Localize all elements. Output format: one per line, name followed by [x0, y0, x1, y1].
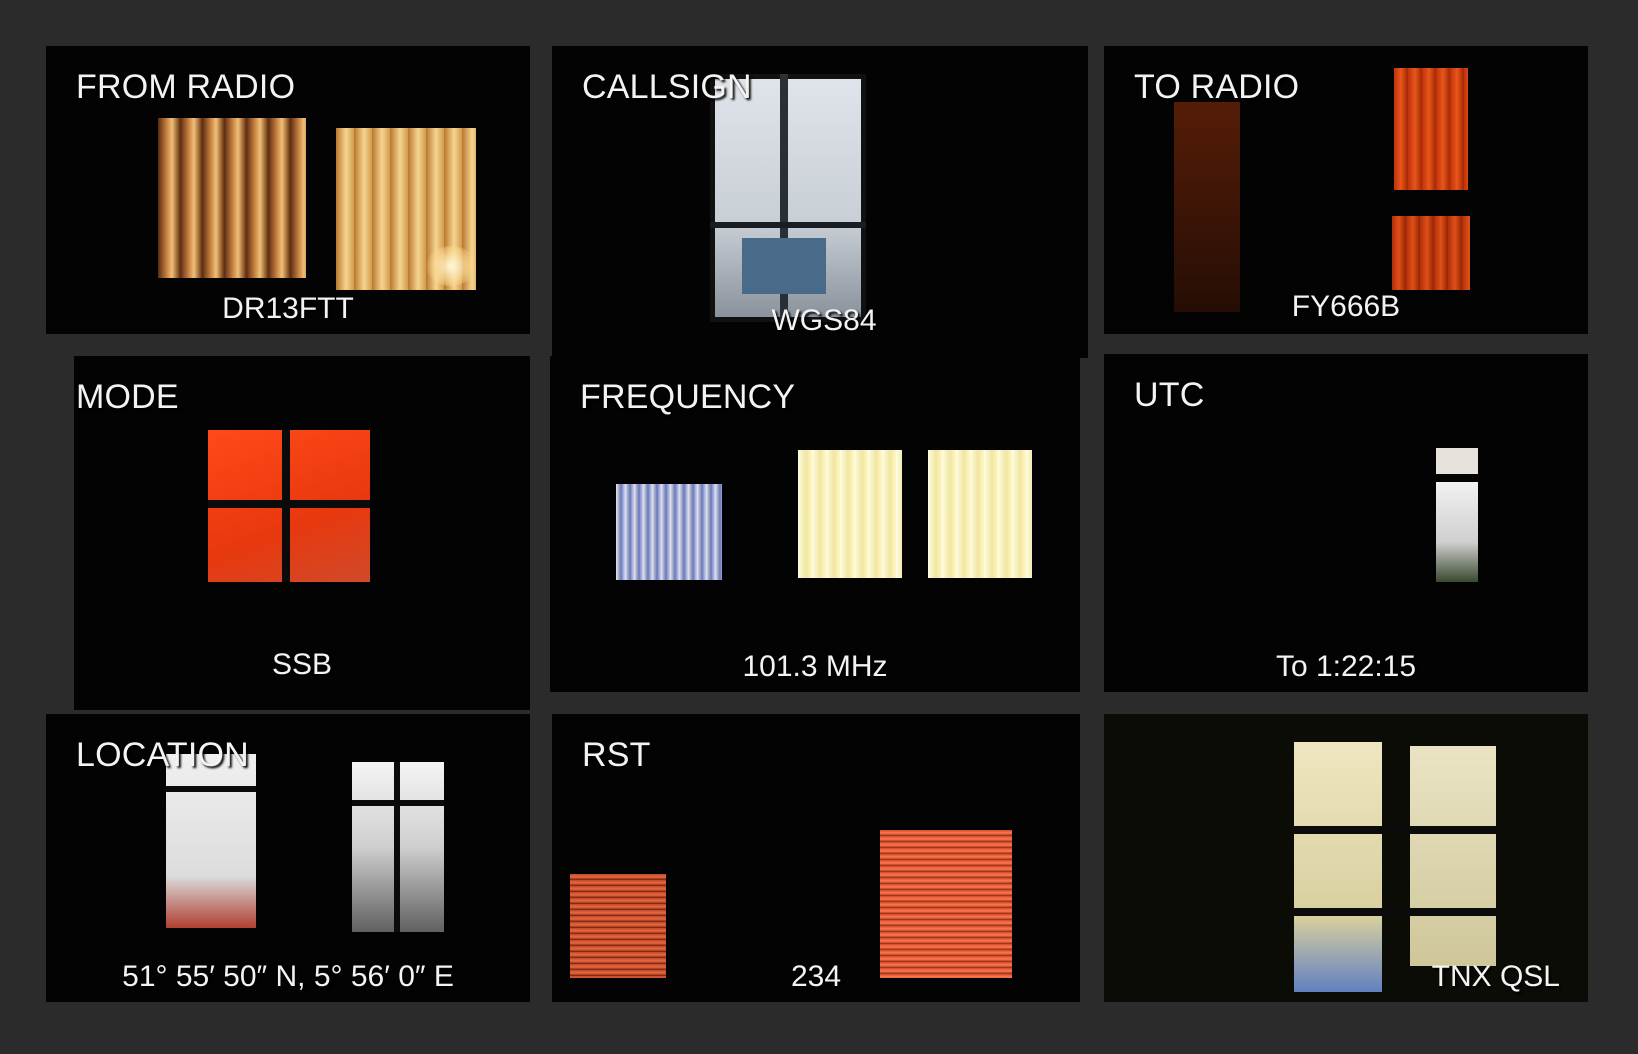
red-blind-right	[880, 830, 1012, 978]
blue-blind-window	[616, 484, 722, 580]
panel-tnx-qsl: TNX QSL	[1104, 714, 1588, 1002]
red-curtain-right-bottom	[1392, 216, 1470, 290]
lamp-glow	[426, 246, 476, 286]
window-transom-lower	[1294, 908, 1496, 916]
window-right-mullion	[394, 762, 400, 932]
red-curtain-left	[1174, 102, 1240, 312]
panel-label: MODE	[76, 378, 179, 416]
panel-label: FROM RADIO	[76, 68, 296, 106]
panel-value: 234	[790, 960, 842, 993]
panel-value: TNX QSL	[1431, 960, 1560, 993]
window-transom	[1294, 826, 1496, 834]
panel-value: 101.3 MHz	[742, 650, 888, 683]
panel-rst: RST 234	[552, 714, 1080, 1002]
curtain-window-right	[1410, 746, 1496, 966]
panel-value: 51° 55′ 50″ N, 5° 56′ 0″ E	[122, 960, 454, 993]
panel-label: CALLSIGN	[582, 68, 752, 106]
panel-value: To 1:22:15	[1275, 650, 1417, 683]
red-curtain-right-top	[1394, 68, 1468, 190]
panel-location: LOCATION 51° 55′ 50″ N, 5° 56′ 0″ E	[46, 714, 530, 1002]
panel-utc: UTC To 1:22:15	[1104, 354, 1588, 692]
panel-label: FREQUENCY	[580, 378, 796, 416]
window-frame-horizontal	[710, 222, 866, 228]
panel-value: WGS84	[771, 304, 877, 337]
curtain-window-left	[158, 118, 306, 278]
tv-screen	[742, 238, 826, 294]
narrow-window-top	[1436, 448, 1478, 474]
panel-label: RST	[582, 736, 651, 774]
window-left-transom	[166, 786, 256, 792]
panel-from-radio: FROM RADIO DR13FTT	[46, 46, 530, 334]
window-left	[166, 754, 256, 928]
curtain-window-left	[1294, 742, 1382, 992]
yellow-window-right	[928, 450, 1032, 578]
panel-label: TO RADIO	[1134, 68, 1300, 106]
panel-frequency: FREQUENCY 101.3 MHz	[550, 356, 1080, 692]
panel-label: LOCATION	[76, 736, 249, 774]
yellow-window-left	[798, 450, 902, 578]
panel-mode: MODE SSB	[74, 356, 530, 710]
narrow-window-bottom	[1436, 482, 1478, 582]
panel-to-radio: TO RADIO FY666B	[1104, 46, 1588, 334]
panel-value: FY666B	[1291, 290, 1401, 323]
window-transom	[208, 500, 370, 508]
panel-value: SSB	[271, 648, 333, 681]
window-right-transom	[352, 800, 444, 806]
panel-value: DR13FTT	[222, 292, 354, 325]
panel-label: UTC	[1134, 376, 1205, 414]
panel-callsign: CALLSIGN WGS84	[552, 46, 1088, 358]
